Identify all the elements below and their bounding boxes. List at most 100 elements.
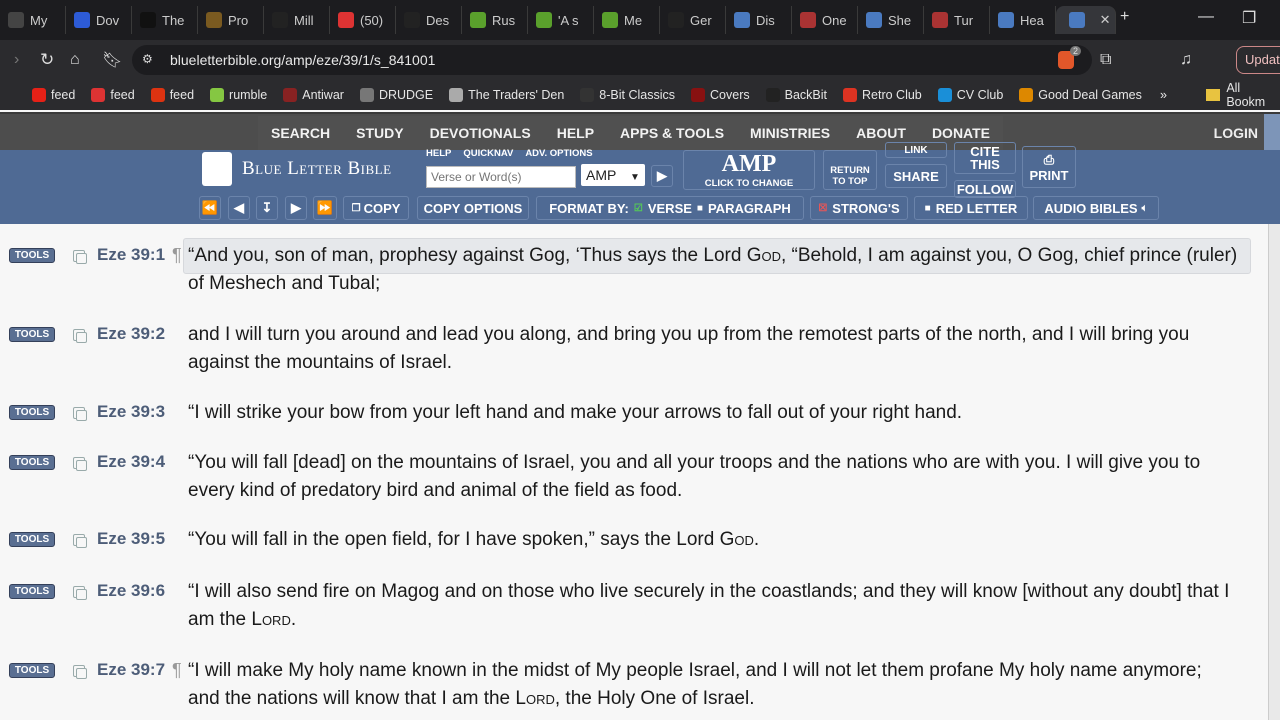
site-settings-icon[interactable]: ⚙ [142, 52, 153, 66]
browser-tab[interactable]: Des [396, 6, 462, 34]
reload-icon[interactable]: ↻ [40, 50, 54, 70]
browser-tab[interactable]: One [792, 6, 858, 34]
copy-verse-icon[interactable] [73, 457, 87, 471]
browser-tab[interactable]: My [0, 6, 66, 34]
verse-option[interactable]: VERSE [648, 201, 692, 216]
copy-options-button[interactable]: COPY OPTIONS [417, 196, 529, 220]
site-logo[interactable]: Blue Letter Bible [242, 158, 392, 180]
verse-reference[interactable]: Eze 39:4 [97, 452, 165, 472]
verse-reference[interactable]: Eze 39:1 [97, 245, 165, 265]
search-link[interactable]: HELP [426, 148, 451, 159]
search-go-button[interactable]: ▶ [651, 165, 673, 187]
new-tab-button[interactable]: + [1120, 8, 1129, 26]
verse-reference[interactable]: Eze 39:6 [97, 581, 165, 601]
copy-verse-icon[interactable] [73, 407, 87, 421]
return-to-top-button[interactable]: RETURN TO TOP [823, 150, 877, 190]
version-select[interactable]: AMP ▼ [581, 164, 645, 186]
search-link[interactable]: ADV. OPTIONS [525, 148, 592, 159]
more-bookmarks-icon[interactable]: » [1160, 88, 1167, 102]
copy-verse-icon[interactable] [73, 534, 87, 548]
browser-tab[interactable]: Me [594, 6, 660, 34]
copy-verse-icon[interactable] [73, 586, 87, 600]
bookmark-item[interactable]: BackBit [765, 88, 827, 102]
forward-icon[interactable]: › [14, 51, 19, 69]
maximize-button[interactable]: ❐ [1242, 8, 1256, 28]
next-chapter-button[interactable]: ▶ [285, 196, 307, 220]
browser-tab[interactable]: Dis [726, 6, 792, 34]
prev-chapter-button[interactable]: ◀ [228, 196, 250, 220]
bookmark-item[interactable]: CV Club [937, 88, 1003, 102]
search-input[interactable] [426, 166, 576, 188]
verse-reference[interactable]: Eze 39:3 [97, 402, 165, 422]
browser-tab[interactable]: The [132, 6, 198, 34]
music-icon[interactable]: ♫ [1180, 51, 1192, 69]
browser-tab[interactable]: (50) [330, 6, 396, 34]
copy-verse-icon[interactable] [73, 665, 87, 679]
bookmark-item[interactable]: feed [150, 88, 194, 102]
bookmark-item[interactable]: Good Deal Games [1019, 88, 1142, 102]
nav-item[interactable]: STUDY [343, 125, 416, 141]
bookmark-item[interactable]: DRUDGE [359, 88, 433, 102]
change-version-button[interactable]: AMP CLICK TO CHANGE [683, 150, 815, 190]
tools-button[interactable]: TOOLS [9, 327, 55, 342]
browser-tab-active[interactable]: ✕ [1056, 6, 1116, 34]
nav-item[interactable]: HELP [544, 125, 607, 141]
bookmark-item[interactable]: Covers [691, 88, 750, 102]
settings-gear-icon[interactable] [1264, 114, 1280, 150]
tools-button[interactable]: TOOLS [9, 248, 55, 263]
verse-reference[interactable]: Eze 39:2 [97, 324, 165, 344]
nav-item[interactable]: APPS & TOOLS [607, 125, 737, 141]
chapter-list-button[interactable]: ↧ [256, 196, 278, 220]
strongs-toggle[interactable]: ☒ STRONG'S [810, 196, 908, 220]
tools-button[interactable]: TOOLS [9, 663, 55, 678]
nav-item[interactable]: SEARCH [258, 125, 343, 141]
browser-tab[interactable]: Hea [990, 6, 1056, 34]
browser-tab[interactable]: Ger [660, 6, 726, 34]
bookmark-icon[interactable]: 🔖︎ [102, 50, 122, 70]
verse-checkbox[interactable]: ☑ [634, 203, 643, 214]
copy-verse-icon[interactable] [73, 329, 87, 343]
browser-tab[interactable]: Pro [198, 6, 264, 34]
close-tab-icon[interactable]: ✕ [1100, 12, 1111, 28]
nav-item[interactable]: DEVOTIONALS [417, 125, 544, 141]
bookmark-item[interactable]: Retro Club [843, 88, 922, 102]
cite-button[interactable]: CITE THIS [954, 142, 1016, 174]
browser-tab[interactable]: 'A s [528, 6, 594, 34]
bookmark-item[interactable]: Antiwar [283, 88, 344, 102]
search-link[interactable]: QUICKNAV [463, 148, 513, 159]
paragraph-checkbox[interactable]: ■ [697, 203, 703, 214]
link-button[interactable]: LINK [885, 142, 947, 158]
browser-tab[interactable]: Rus [462, 6, 528, 34]
bookmark-item[interactable]: The Traders' Den [449, 88, 564, 102]
update-button[interactable]: Update [1236, 46, 1280, 74]
bookmark-item[interactable]: feed [91, 88, 135, 102]
nav-item[interactable]: ABOUT [843, 125, 919, 141]
copy-verse-icon[interactable] [73, 250, 87, 264]
bookmark-item[interactable]: feed [32, 88, 75, 102]
browser-tab[interactable]: Dov [66, 6, 132, 34]
verse-reference[interactable]: Eze 39:7 [97, 660, 165, 680]
tools-button[interactable]: TOOLS [9, 584, 55, 599]
copy-button[interactable]: ❐ COPY [343, 196, 409, 220]
url-input[interactable]: blueletterbible.org/amp/eze/39/1/s_84100… [132, 45, 1092, 75]
minimize-button[interactable]: — [1198, 8, 1214, 26]
scrollbar[interactable] [1268, 224, 1280, 720]
red-letter-toggle[interactable]: ■ RED LETTER [914, 196, 1028, 220]
paragraph-option[interactable]: PARAGRAPH [708, 201, 791, 216]
all-bookmarks[interactable]: All Bookm [1206, 81, 1280, 109]
browser-tab[interactable]: Tur [924, 6, 990, 34]
print-button[interactable]: ⎙ PRINT [1022, 146, 1076, 188]
login-link[interactable]: LOGIN [1214, 125, 1258, 141]
tools-button[interactable]: TOOLS [9, 455, 55, 470]
last-chapter-button[interactable]: ⏩ [313, 196, 337, 220]
nav-item[interactable]: DONATE [919, 125, 1003, 141]
share-button[interactable]: SHARE [885, 164, 947, 188]
first-chapter-button[interactable]: ⏪ [199, 196, 221, 220]
extensions-icon[interactable]: ⧉ [1100, 51, 1111, 69]
bookmark-item[interactable]: 8-Bit Classics [580, 88, 675, 102]
home-icon[interactable]: ⌂ [70, 51, 80, 69]
tools-button[interactable]: TOOLS [9, 405, 55, 420]
browser-tab[interactable]: Mill [264, 6, 330, 34]
tools-button[interactable]: TOOLS [9, 532, 55, 547]
verse-reference[interactable]: Eze 39:5 [97, 529, 165, 549]
